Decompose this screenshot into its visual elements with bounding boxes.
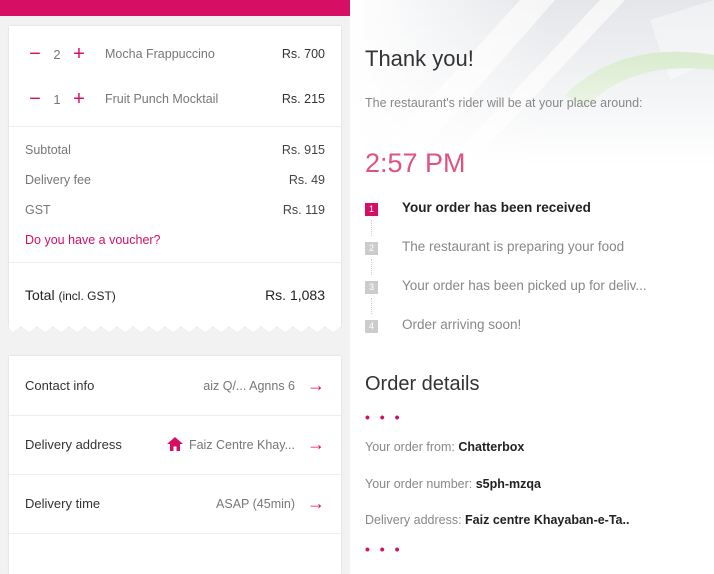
rider-arrival-text: The restaurant's rider will be at your p… — [365, 96, 643, 110]
restaurant-name: Chatterbox — [458, 440, 525, 454]
step-number: 4 — [365, 320, 378, 333]
cart-item: − 2 + Mocha Frappuccino Rs. 700 — [25, 44, 325, 64]
item-name: Mocha Frappuccino — [105, 47, 215, 61]
decrease-quantity-button[interactable]: − — [25, 89, 45, 109]
step-number: 2 — [365, 242, 378, 255]
contact-info-value: aiz Q/... A⁠gnns 6 — [203, 378, 295, 393]
delivery-address-label: Delivery address — [25, 437, 122, 452]
order-number-line: Your order number: s5ph-mzqa — [365, 477, 541, 491]
divider — [9, 262, 341, 263]
section-dots: • • • — [365, 541, 403, 557]
item-price: Rs. 700 — [281, 47, 325, 61]
gst-label: GST — [25, 203, 51, 217]
arrow-right-icon: → — [307, 493, 325, 513]
home-icon — [166, 437, 183, 451]
step-text: Order arriving soon! — [402, 317, 522, 332]
decrease-quantity-button[interactable]: − — [25, 44, 45, 64]
delivery-fee-label: Delivery fee — [25, 173, 91, 187]
receipt-zigzag-edge — [9, 324, 341, 332]
order-number-label: Your order number: — [365, 477, 476, 491]
order-address-label: Delivery address: — [365, 513, 466, 527]
step-text: Your order has been received — [402, 200, 591, 215]
delivery-fee-row: Delivery fee Rs. 49 — [25, 170, 325, 190]
delivery-address-row[interactable]: Delivery address Faiz Centre Khay... → — [9, 415, 341, 475]
delivery-fee-value: Rs. 49 — [288, 173, 325, 187]
step-text: The restaurant is preparing your food — [402, 239, 625, 254]
cart-card: − 2 + Mocha Frappuccino Rs. 700 − 1 + Fr… — [9, 26, 341, 332]
quantity-stepper: − 2 + — [25, 44, 105, 64]
section-dots: • • • — [365, 409, 403, 425]
total-label: Total (incl. GST) — [25, 287, 265, 303]
subtotal-value: Rs. 915 — [281, 143, 325, 157]
progress-step: 1 Your order has been received — [365, 200, 705, 239]
estimated-arrival-time: 2:57 PM — [365, 148, 466, 178]
quantity-stepper: − 1 + — [25, 89, 105, 109]
progress-step: 4 Order arriving soon! — [365, 317, 705, 356]
delivery-time-value: ASAP (45min) — [216, 496, 295, 511]
voucher-row: Do you have a voucher? — [25, 230, 325, 250]
subtotal-label: Subtotal — [25, 143, 71, 157]
item-name: Fruit Punch Mocktail — [105, 92, 219, 106]
gst-row: GST Rs. 119 — [25, 200, 325, 220]
step-number: 1 — [365, 203, 378, 216]
order-summary-column: − 2 + Mocha Frappuccino Rs. 700 − 1 + Fr… — [0, 16, 350, 574]
subtotal-row: Subtotal Rs. 915 — [25, 140, 325, 160]
increase-quantity-button[interactable]: + — [69, 89, 89, 109]
total-label-text: Total — [25, 287, 55, 303]
order-address-line: Delivery address: Faiz centre Khayaban-e… — [365, 513, 629, 527]
progress-step: 2 The restaurant is preparing your food — [365, 239, 705, 278]
delivery-address-text: Faiz Centre Khay... — [188, 438, 295, 452]
map-background — [350, 0, 714, 165]
cart-item: − 1 + Fruit Punch Mocktail Rs. 215 — [25, 89, 325, 109]
thank-you-heading: Thank you! — [365, 46, 474, 71]
delivery-time-label: Delivery time — [25, 496, 101, 511]
delivery-info-card: Contact info aiz Q/... A⁠gnns 6 → Delive… — [9, 356, 341, 574]
item-quantity: 2 — [53, 46, 61, 62]
step-connector — [371, 298, 372, 314]
order-from-line: Your order from: Chatterbox — [365, 440, 524, 454]
step-connector — [371, 220, 372, 236]
total-value: Rs. 1,083 — [265, 287, 325, 303]
order-address: Faiz centre Khayaban-e-Ta.. — [465, 513, 630, 527]
item-price: Rs. 215 — [281, 92, 325, 106]
delivery-address-value: Faiz Centre Khay... — [165, 437, 295, 452]
order-details-heading: Order details — [365, 373, 480, 395]
order-confirmation-panel: Thank you! The restaurant's rider will b… — [350, 0, 714, 574]
step-text: Your order has been picked up for deliv.… — [402, 278, 647, 293]
increase-quantity-button[interactable]: + — [69, 44, 89, 64]
order-number: s5ph-mzqa — [475, 477, 542, 491]
order-from-label: Your order from: — [365, 440, 459, 454]
step-connector — [371, 259, 372, 275]
top-brand-bar — [0, 0, 350, 16]
total-row: Total (incl. GST) Rs. 1,083 — [25, 284, 325, 306]
step-number: 3 — [365, 281, 378, 294]
arrow-right-icon: → — [307, 375, 325, 395]
contact-info-label: Contact info — [25, 378, 95, 393]
item-quantity: 1 — [53, 91, 61, 107]
gst-value: Rs. 119 — [282, 203, 325, 217]
progress-step: 3 Your order has been picked up for deli… — [365, 278, 705, 317]
voucher-link[interactable]: Do you have a voucher? — [25, 233, 161, 247]
divider — [9, 126, 341, 127]
arrow-right-icon: → — [307, 434, 325, 454]
contact-info-row[interactable]: Contact info aiz Q/... A⁠gnns 6 → — [9, 356, 341, 416]
total-note: (incl. GST) — [58, 289, 116, 303]
order-progress-steps: 1 Your order has been received 2 The res… — [365, 200, 705, 356]
delivery-time-row[interactable]: Delivery time ASAP (45min) → — [9, 474, 341, 534]
